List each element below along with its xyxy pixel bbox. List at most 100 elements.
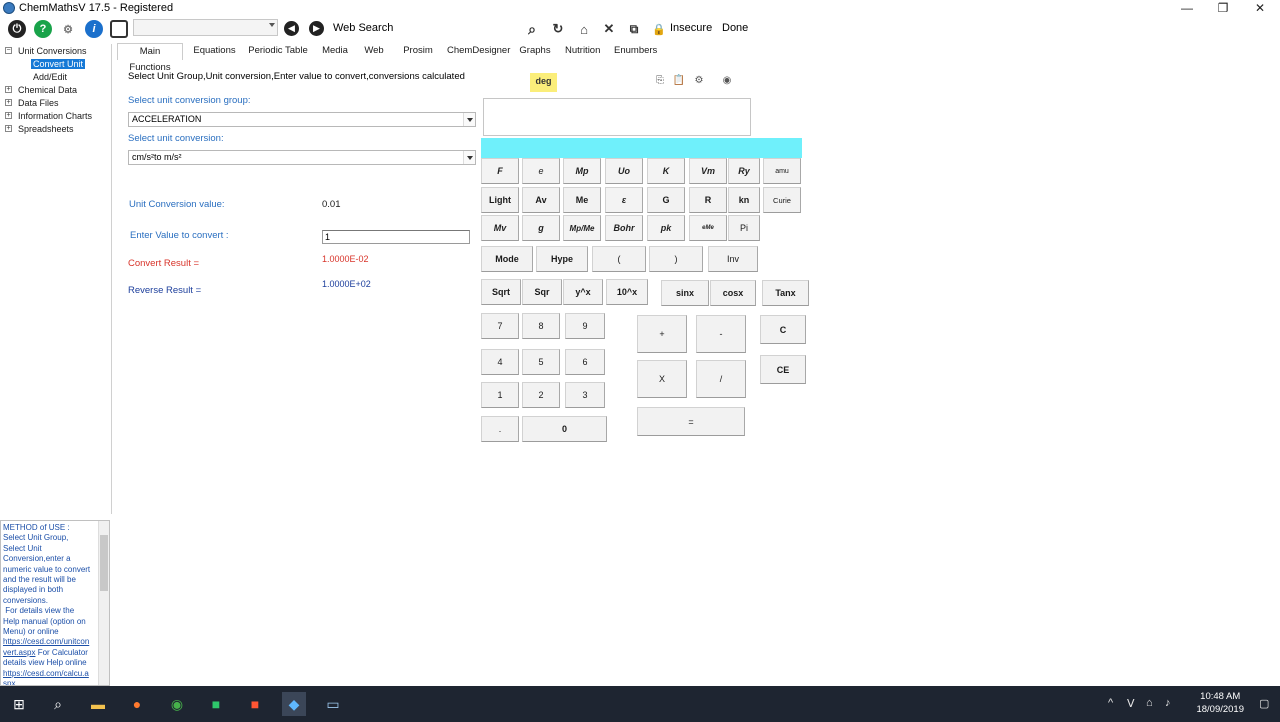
decimal-point-button[interactable]: .: [481, 416, 519, 442]
const-mp-button[interactable]: Mp: [563, 158, 601, 184]
new-window-icon[interactable]: ⧉: [625, 20, 643, 38]
const-av-button[interactable]: Av: [522, 187, 560, 213]
tab-enumbers[interactable]: Enumbers: [614, 43, 657, 59]
tan-button[interactable]: Tanx: [762, 280, 809, 306]
globe-icon[interactable]: ◉: [720, 74, 734, 88]
sqr-button[interactable]: Sqr: [522, 279, 562, 305]
camtasia-icon[interactable]: ■: [204, 692, 228, 716]
unit-group-select[interactable]: ACCELERATION: [128, 112, 476, 127]
file-explorer-icon[interactable]: ▬: [86, 692, 110, 716]
chevron-down-icon[interactable]: [463, 113, 475, 126]
const-curie-button[interactable]: Curie: [763, 187, 801, 213]
tab-equations[interactable]: Equations: [192, 43, 237, 59]
const-kn-button[interactable]: kn: [728, 187, 760, 213]
recorder-icon[interactable]: ■: [243, 692, 267, 716]
const-r-button[interactable]: R: [689, 187, 727, 213]
tree-item-unit-conversions[interactable]: Unit Conversions: [18, 46, 87, 56]
tree-item-convert-unit[interactable]: Convert Unit: [31, 59, 86, 69]
search-icon[interactable]: ⌕: [46, 692, 70, 716]
chevron-up-icon[interactable]: ^: [1108, 697, 1113, 709]
volume-icon[interactable]: ♪: [1165, 697, 1171, 709]
back-arrow-icon[interactable]: ◀: [284, 21, 299, 36]
const-ry-button[interactable]: Ry: [728, 158, 760, 184]
copy-icon[interactable]: ⎘: [653, 74, 667, 88]
inv-button[interactable]: Inv: [708, 246, 758, 272]
expand-icon[interactable]: +: [5, 99, 12, 106]
tab-periodic-table[interactable]: Periodic Table: [248, 43, 308, 59]
const-uo-button[interactable]: Uo: [605, 158, 643, 184]
const-f-button[interactable]: F: [481, 158, 519, 184]
const-mv-button[interactable]: Mv: [481, 215, 519, 241]
const-eme-button[interactable]: eMe: [689, 215, 727, 241]
minimize-button[interactable]: —: [1169, 0, 1205, 17]
digit-0-button[interactable]: 0: [522, 416, 607, 442]
clear-button[interactable]: C: [760, 315, 806, 344]
tree-item-spreadsheets[interactable]: Spreadsheets: [18, 124, 74, 134]
clear-entry-button[interactable]: CE: [760, 355, 806, 384]
const-epsilon-button[interactable]: ε: [605, 187, 643, 213]
value-input[interactable]: 1: [322, 230, 470, 244]
tab-nutrition[interactable]: Nutrition: [565, 43, 600, 59]
search-icon[interactable]: ⌕: [523, 20, 541, 38]
digit-6-button[interactable]: 6: [565, 349, 605, 375]
close-button[interactable]: ✕: [1242, 0, 1278, 17]
digit-7-button[interactable]: 7: [481, 313, 519, 339]
document-icon[interactable]: ▭: [321, 692, 345, 716]
tree-item-data-files[interactable]: Data Files: [18, 98, 59, 108]
tab-media[interactable]: Media: [320, 43, 350, 59]
const-pi-button[interactable]: Pi: [728, 215, 760, 241]
const-g-small-button[interactable]: g: [522, 215, 560, 241]
chevron-down-icon[interactable]: [463, 151, 475, 164]
help-panel[interactable]: METHOD of USE : Select Unit Group, Selec…: [0, 520, 110, 686]
digit-2-button[interactable]: 2: [522, 382, 560, 408]
digit-9-button[interactable]: 9: [565, 313, 605, 339]
info-icon[interactable]: i: [85, 20, 103, 38]
sqrt-button[interactable]: Sqrt: [481, 279, 521, 305]
help-link-calcu[interactable]: https://cesd.com/calcu.a spx: [3, 669, 89, 685]
digit-8-button[interactable]: 8: [522, 313, 560, 339]
open-paren-button[interactable]: (: [592, 246, 646, 272]
minus-button[interactable]: -: [696, 315, 746, 353]
const-pk-button[interactable]: pk: [647, 215, 685, 241]
const-light-button[interactable]: Light: [481, 187, 519, 213]
tab-graphs[interactable]: Graphs: [519, 43, 551, 59]
const-me-button[interactable]: Me: [563, 187, 601, 213]
const-e-button[interactable]: e: [522, 158, 560, 184]
paste-icon[interactable]: 📋: [672, 74, 686, 88]
plus-button[interactable]: +: [637, 315, 687, 353]
close-paren-button[interactable]: ): [649, 246, 703, 272]
ten-power-button[interactable]: 10^x: [606, 279, 648, 305]
help-scrollbar[interactable]: [98, 521, 109, 685]
tree-item-information-charts[interactable]: Information Charts: [18, 111, 92, 121]
chemmaths-icon[interactable]: ◆: [282, 692, 306, 716]
wifi-icon[interactable]: ⌂: [1146, 697, 1153, 709]
restore-button[interactable]: ❐: [1205, 0, 1241, 17]
settings-icon[interactable]: ⚙: [59, 20, 77, 38]
digit-5-button[interactable]: 5: [522, 349, 560, 375]
expand-icon[interactable]: +: [5, 125, 12, 132]
divide-button[interactable]: /: [696, 360, 746, 398]
power-icon[interactable]: ⏻: [8, 20, 26, 38]
tab-web[interactable]: Web: [363, 43, 385, 59]
const-amu-button[interactable]: amu: [763, 158, 801, 184]
sin-button[interactable]: sinx: [661, 280, 709, 306]
cos-button[interactable]: cosx: [710, 280, 756, 306]
digit-4-button[interactable]: 4: [481, 349, 519, 375]
const-mp-me-button[interactable]: Mp/Me: [563, 215, 601, 241]
tree-item-add-edit[interactable]: Add/Edit: [33, 72, 67, 82]
tab-chemdesigner[interactable]: ChemDesigner: [447, 43, 510, 59]
equals-button[interactable]: =: [637, 407, 745, 436]
tab-main-functions[interactable]: Main Functions: [117, 43, 183, 73]
home-icon[interactable]: ⌂: [575, 20, 593, 38]
system-clock[interactable]: 10:48 AM 18/09/2019: [1196, 690, 1244, 716]
stop-icon[interactable]: ✕: [600, 20, 618, 38]
url-combo[interactable]: [133, 19, 278, 36]
refresh-icon[interactable]: ↻: [549, 20, 567, 38]
digit-1-button[interactable]: 1: [481, 382, 519, 408]
firefox-icon[interactable]: ●: [125, 692, 149, 716]
collapse-icon[interactable]: −: [5, 47, 12, 54]
forward-arrow-icon[interactable]: ▶: [309, 21, 324, 36]
mode-button[interactable]: Mode: [481, 246, 533, 272]
window-icon[interactable]: [110, 20, 128, 38]
gear-icon[interactable]: ⚙: [692, 74, 706, 88]
